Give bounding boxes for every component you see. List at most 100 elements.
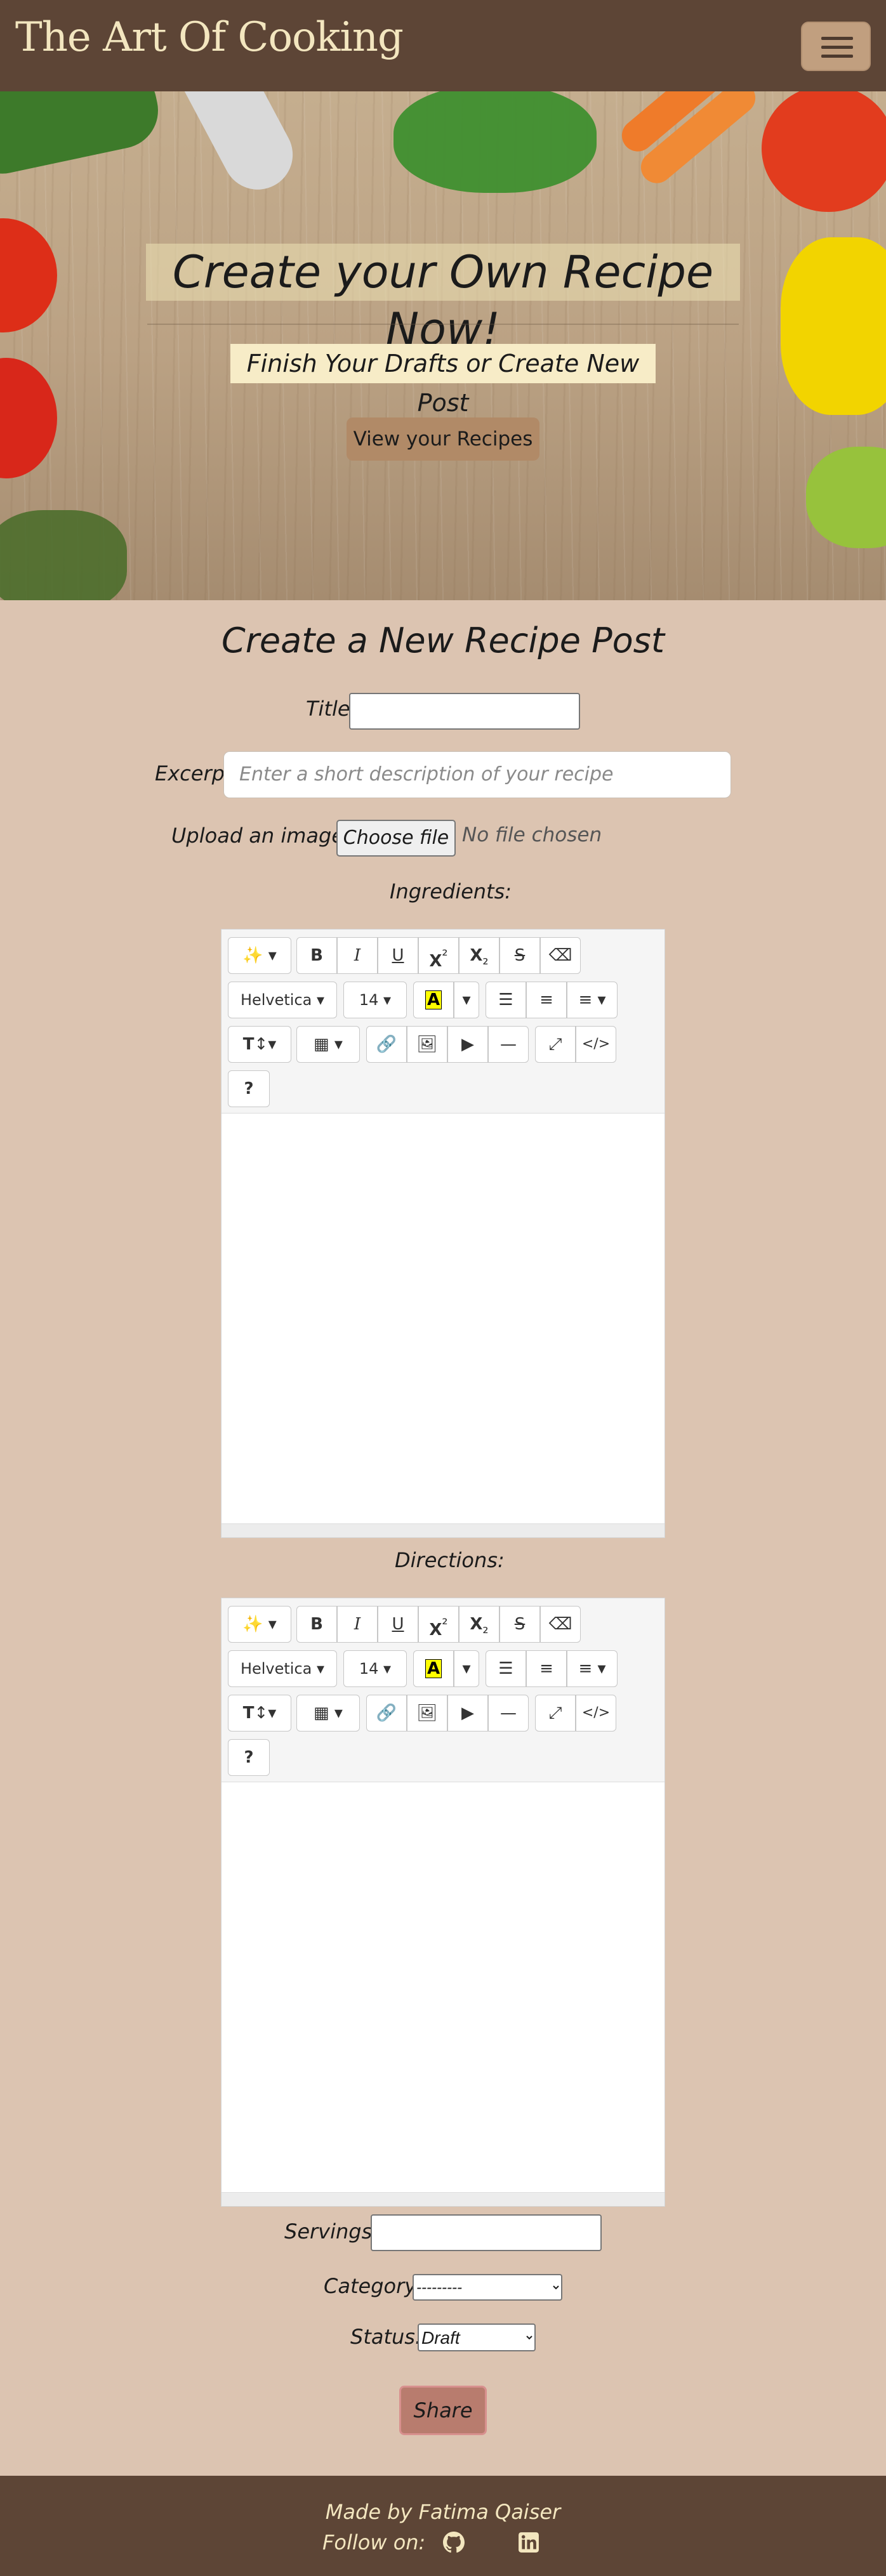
help-button[interactable]: ? <box>228 1070 270 1107</box>
form-heading: Create a New Recipe Post <box>221 621 664 660</box>
choose-file-button[interactable]: Choose file <box>336 820 456 857</box>
footer: Made by Fatima Qaiser Follow on: <box>0 2476 886 2576</box>
font-size-dropdown[interactable]: 14 ▾ <box>343 1650 407 1687</box>
code-view-button[interactable]: </> <box>576 1695 616 1732</box>
text-color-dropdown[interactable]: ▾ <box>454 1650 479 1687</box>
editor-resize-handle[interactable] <box>221 1523 664 1537</box>
hero-divider <box>147 324 739 325</box>
italic-button[interactable]: I <box>337 937 378 974</box>
text-color-dropdown[interactable]: ▾ <box>454 982 479 1018</box>
table-dropdown[interactable]: ▦ ▾ <box>296 1695 360 1732</box>
paragraph-align-dropdown[interactable]: ≡ ▾ <box>567 982 618 1018</box>
ordered-list-button[interactable]: ≡ <box>526 982 567 1018</box>
ingredients-text-area[interactable] <box>221 1114 664 1523</box>
bold-button[interactable]: B <box>296 937 337 974</box>
code-icon: </> <box>581 1036 611 1052</box>
underline-button[interactable]: U <box>378 1606 418 1643</box>
table-icon: ▦ ▾ <box>314 1704 343 1723</box>
editor-toolbar: ✨ ▾ B I U X² X₂ S ⌫ Helvetica ▾ 14 ▾ A ▾… <box>221 1598 664 1782</box>
directions-editor: ✨ ▾ B I U X² X₂ S ⌫ Helvetica ▾ 14 ▾ A ▾… <box>221 1598 665 2207</box>
line-height-dropdown[interactable]: T↕▾ <box>228 1026 291 1063</box>
line-height-dropdown[interactable]: T↕▾ <box>228 1695 291 1732</box>
menu-toggle-button[interactable] <box>801 22 871 71</box>
bold-button[interactable]: B <box>296 1606 337 1643</box>
hamburger-menu-icon <box>821 55 853 58</box>
highlight-color-icon: A <box>425 990 442 1009</box>
insert-link-button[interactable]: 🔗 <box>366 1695 407 1732</box>
pepper-image <box>806 447 886 548</box>
view-recipes-button[interactable]: View your Recipes <box>347 417 539 461</box>
hamburger-menu-icon <box>821 46 853 49</box>
font-size-value: 14 <box>359 991 379 1009</box>
video-icon: ▶ <box>461 1035 474 1054</box>
fullscreen-button[interactable]: ⤢ <box>535 1026 576 1063</box>
ingredients-editor: ✨ ▾ B I U X² X₂ S ⌫ Helvetica ▾ 14 ▾ A ▾… <box>221 929 665 1538</box>
help-icon: ? <box>244 1748 254 1767</box>
font-name-dropdown[interactable]: Helvetica ▾ <box>228 1650 337 1687</box>
status-select[interactable]: Draft <box>418 2323 536 2351</box>
font-name-dropdown[interactable]: Helvetica ▾ <box>228 982 337 1018</box>
brand-title[interactable]: The Art Of Cooking <box>15 14 404 61</box>
category-select[interactable]: --------- <box>413 2274 562 2301</box>
directions-label: Directions: <box>395 1548 505 1572</box>
insert-link-button[interactable]: 🔗 <box>366 1026 407 1063</box>
hamburger-menu-icon <box>821 37 853 40</box>
italic-button[interactable]: I <box>337 1606 378 1643</box>
linkedin-icon[interactable] <box>518 2532 539 2553</box>
horizontal-rule-button[interactable]: — <box>488 1026 529 1063</box>
insert-picture-button[interactable]: 🖼 <box>407 1695 447 1732</box>
text-color-button[interactable]: A <box>413 1650 454 1687</box>
tomato-image <box>0 218 57 332</box>
help-button[interactable]: ? <box>228 1739 270 1776</box>
magic-wand-icon: ✨ ▾ <box>242 946 277 965</box>
eraser-icon: ⌫ <box>548 946 572 965</box>
paragraph-align-dropdown[interactable]: ≡ ▾ <box>567 1650 618 1687</box>
parsley-image <box>393 91 597 193</box>
ordered-list-button[interactable]: ≡ <box>526 1650 567 1687</box>
font-size-dropdown[interactable]: 14 ▾ <box>343 982 407 1018</box>
superscript-icon: X² <box>429 1616 448 1640</box>
title-input[interactable] <box>349 693 580 730</box>
image-upload-label: Upload an image: <box>171 824 351 848</box>
underline-button[interactable]: U <box>378 937 418 974</box>
fullscreen-button[interactable]: ⤢ <box>535 1695 576 1732</box>
table-dropdown[interactable]: ▦ ▾ <box>296 1026 360 1063</box>
clear-format-button[interactable]: ⌫ <box>540 1606 581 1643</box>
text-color-button[interactable]: A <box>413 982 454 1018</box>
highlight-color-icon: A <box>425 1659 442 1678</box>
knife-image <box>183 91 305 202</box>
file-status-text: No file chosen <box>462 824 602 846</box>
unordered-list-button[interactable]: ☰ <box>486 1650 526 1687</box>
superscript-button[interactable]: X² <box>418 937 459 974</box>
align-icon: ≡ ▾ <box>578 990 606 1009</box>
directions-text-area[interactable] <box>221 1782 664 2192</box>
share-button[interactable]: Share <box>399 2386 487 2435</box>
unordered-list-button[interactable]: ☰ <box>486 982 526 1018</box>
strikethrough-button[interactable]: S <box>499 937 540 974</box>
magic-style-button[interactable]: ✨ ▾ <box>228 937 291 974</box>
cucumber-image <box>0 91 166 181</box>
footer-credit: Made by Fatima Qaiser <box>325 2500 561 2524</box>
magic-style-button[interactable]: ✨ ▾ <box>228 1606 291 1643</box>
github-icon[interactable] <box>443 2532 465 2553</box>
insert-video-button[interactable]: ▶ <box>447 1695 488 1732</box>
subscript-icon: X₂ <box>470 946 489 969</box>
horizontal-rule-icon: — <box>500 1704 517 1723</box>
servings-input[interactable] <box>371 2214 602 2251</box>
superscript-icon: X² <box>429 947 448 971</box>
hero-title: Create your Own Recipe Now! <box>146 244 740 355</box>
superscript-button[interactable]: X² <box>418 1606 459 1643</box>
editor-resize-handle[interactable] <box>221 2192 664 2206</box>
subscript-button[interactable]: X₂ <box>459 1606 499 1643</box>
horizontal-rule-button[interactable]: — <box>488 1695 529 1732</box>
code-view-button[interactable]: </> <box>576 1026 616 1063</box>
subscript-button[interactable]: X₂ <box>459 937 499 974</box>
insert-picture-button[interactable]: 🖼 <box>407 1026 447 1063</box>
insert-video-button[interactable]: ▶ <box>447 1026 488 1063</box>
clear-format-button[interactable]: ⌫ <box>540 937 581 974</box>
footer-follow-label: Follow on: <box>322 2530 426 2554</box>
excerpt-input[interactable]: Enter a short description of your recipe <box>223 751 731 798</box>
strikethrough-button[interactable]: S <box>499 1606 540 1643</box>
caret-down-icon: ▾ <box>462 1659 471 1678</box>
hero-banner: Create your Own Recipe Now! Finish Your … <box>0 91 886 600</box>
